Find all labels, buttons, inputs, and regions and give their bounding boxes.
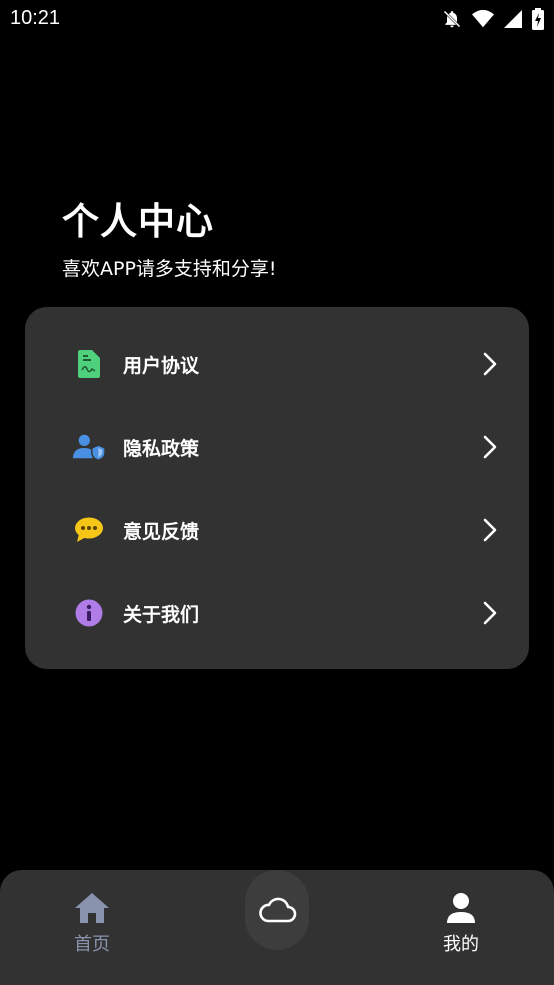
menu-item-label: 隐私政策	[123, 437, 200, 460]
chevron-right-icon	[483, 601, 497, 625]
document-icon	[73, 348, 105, 380]
menu-item-label: 用户协议	[123, 354, 200, 377]
status-bar: 10:21	[0, 0, 554, 40]
chevron-right-icon	[483, 435, 497, 459]
menu-card: 用户协议 隐私政策 意见反馈 关于我们	[25, 307, 529, 669]
page-subtitle: 喜欢APP请多支持和分享!	[62, 258, 277, 280]
menu-item-label: 意见反馈	[123, 520, 200, 543]
nav-item-mine[interactable]: 我的	[411, 892, 511, 956]
cellular-signal-icon	[504, 10, 522, 28]
nav-label: 首页	[74, 934, 110, 955]
page-title: 个人中心	[62, 200, 214, 243]
wifi-icon	[472, 9, 494, 28]
home-icon	[75, 893, 109, 923]
chat-bubble-icon	[73, 514, 105, 546]
header: 个人中心 喜欢APP请多支持和分享!	[62, 196, 277, 281]
chevron-right-icon	[483, 518, 497, 542]
menu-item-feedback[interactable]: 意见反馈	[25, 497, 529, 563]
nav-label: 我的	[443, 934, 479, 955]
menu-item-about-us[interactable]: 关于我们	[25, 580, 529, 646]
menu-item-privacy-policy[interactable]: 隐私政策	[25, 414, 529, 480]
status-icons	[442, 8, 544, 30]
info-icon	[73, 597, 105, 629]
cloud-icon	[259, 897, 297, 923]
chevron-right-icon	[483, 352, 497, 376]
notifications-off-icon	[443, 10, 461, 28]
bottom-nav: 首页 我的	[0, 870, 554, 985]
menu-item-user-agreement[interactable]: 用户协议	[25, 331, 529, 397]
menu-item-label: 关于我们	[123, 603, 200, 626]
nav-item-cloud[interactable]	[245, 870, 309, 950]
nav-item-home[interactable]: 首页	[42, 892, 142, 956]
user-shield-icon	[73, 431, 105, 463]
battery-charging-icon	[532, 8, 544, 30]
status-time: 10:21	[10, 7, 61, 29]
person-icon	[447, 893, 475, 923]
